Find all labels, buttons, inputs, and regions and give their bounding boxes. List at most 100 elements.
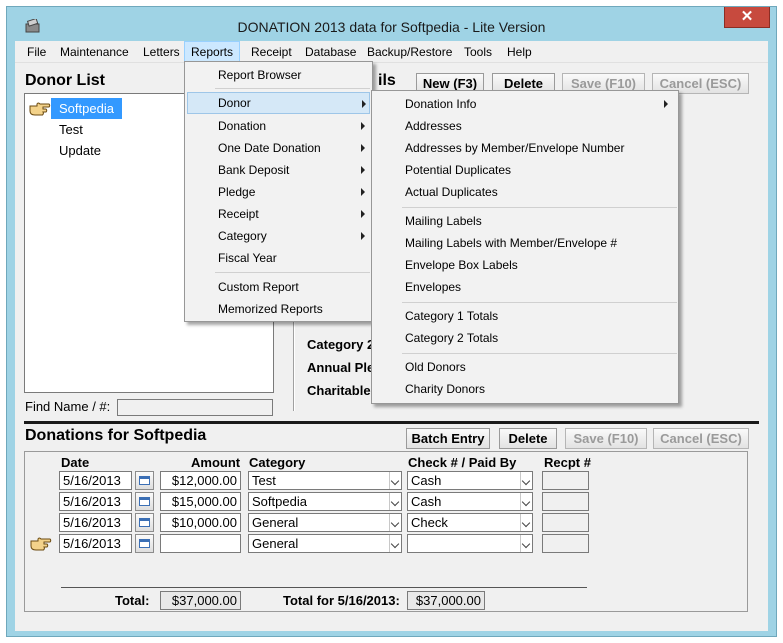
chevron-down-icon[interactable]	[520, 493, 532, 510]
category-dropdown[interactable]: Test	[248, 471, 402, 490]
total-for-date-value: $37,000.00	[407, 591, 485, 610]
donor-submenu: Donation Info Addresses Addresses by Mem…	[371, 90, 679, 404]
receipt-cell	[542, 471, 589, 490]
menu-receipt-label: Receipt	[218, 207, 259, 221]
menu-donor-label: Donor	[218, 96, 251, 110]
close-button[interactable]: ✕	[724, 7, 770, 28]
menu-database[interactable]: Database	[299, 41, 362, 63]
menu-envelope-box-labels[interactable]: Envelope Box Labels	[374, 254, 676, 276]
menu-bank-deposit-label: Bank Deposit	[218, 163, 290, 177]
menu-donation-info[interactable]: Donation Info	[374, 93, 676, 115]
chevron-down-icon[interactable]	[520, 514, 532, 531]
save-donation-button[interactable]: Save (F10)	[565, 428, 647, 449]
chevron-right-icon	[361, 166, 365, 174]
menu-donation-label: Donation	[218, 119, 267, 133]
chevron-right-icon	[664, 100, 668, 108]
cancel-donation-button[interactable]: Cancel (ESC)	[653, 428, 749, 449]
menu-backup-restore[interactable]: Backup/Restore	[361, 41, 458, 63]
menu-donor[interactable]: Donor	[187, 92, 370, 114]
menu-report-browser[interactable]: Report Browser	[187, 64, 370, 86]
delete-donation-button[interactable]: Delete	[499, 428, 557, 449]
menu-pledge[interactable]: Pledge	[187, 181, 370, 203]
col-header-check-paid-by: Check # / Paid By	[408, 455, 517, 470]
date-cell[interactable]: 5/16/2013	[59, 534, 132, 553]
menu-bank-deposit[interactable]: Bank Deposit	[187, 159, 370, 181]
chevron-down-icon[interactable]	[389, 535, 401, 552]
date-cell[interactable]: 5/16/2013	[59, 513, 132, 532]
date-picker-button[interactable]	[135, 471, 154, 490]
category-dropdown[interactable]: General	[248, 534, 402, 553]
menu-file[interactable]: File	[21, 41, 52, 63]
paid-by-dropdown[interactable]: Check	[407, 513, 533, 532]
chevron-right-icon	[361, 144, 365, 152]
date-picker-button[interactable]	[135, 492, 154, 511]
donor-name: Test	[59, 122, 83, 137]
menu-envelopes[interactable]: Envelopes	[374, 276, 676, 298]
menu-receipt-report[interactable]: Receipt	[187, 203, 370, 225]
amount-cell[interactable]: $15,000.00	[160, 492, 241, 511]
find-name-input[interactable]	[117, 399, 273, 416]
title-bar[interactable]: DONATION 2013 data for Softpedia - Lite …	[7, 7, 776, 39]
menu-charity-donors[interactable]: Charity Donors	[374, 378, 676, 400]
chevron-down-icon[interactable]	[389, 514, 401, 531]
menu-potential-duplicates[interactable]: Potential Duplicates	[374, 159, 676, 181]
receipt-cell	[542, 492, 589, 511]
menu-separator	[402, 207, 677, 208]
amount-cell[interactable]: $12,000.00	[160, 471, 241, 490]
col-header-date: Date	[61, 455, 90, 470]
menu-receipt[interactable]: Receipt	[245, 41, 298, 63]
menu-fiscal-year[interactable]: Fiscal Year	[187, 247, 370, 269]
paid-by-dropdown[interactable]	[407, 534, 533, 553]
find-name-label: Find Name / #:	[25, 399, 111, 414]
chevron-down-icon[interactable]	[389, 493, 401, 510]
batch-entry-button[interactable]: Batch Entry	[406, 428, 490, 449]
menu-memorized-reports[interactable]: Memorized Reports	[187, 298, 370, 320]
menu-separator	[402, 353, 677, 354]
menu-category[interactable]: Category	[187, 225, 370, 247]
menu-donation-info-label: Donation Info	[405, 97, 477, 111]
menu-addresses-by-member[interactable]: Addresses by Member/Envelope Number	[374, 137, 676, 159]
paid-by-dropdown[interactable]: Cash	[407, 471, 533, 490]
date-cell[interactable]: 5/16/2013	[59, 471, 132, 490]
chevron-down-icon[interactable]	[389, 472, 401, 489]
menu-addresses[interactable]: Addresses	[374, 115, 676, 137]
paid-by-value: Cash	[411, 473, 442, 488]
donor-name: Softpedia	[51, 98, 122, 119]
date-picker-button[interactable]	[135, 513, 154, 532]
amount-cell[interactable]: $10,000.00	[160, 513, 241, 532]
menu-category2-totals[interactable]: Category 2 Totals	[374, 327, 676, 349]
menu-old-donors[interactable]: Old Donors	[374, 356, 676, 378]
menu-pledge-label: Pledge	[218, 185, 256, 199]
category-dropdown[interactable]: General	[248, 513, 402, 532]
menu-custom-report[interactable]: Custom Report	[187, 276, 370, 298]
col-header-category: Category	[249, 455, 306, 470]
menu-donation[interactable]: Donation	[187, 115, 370, 137]
calendar-icon	[139, 518, 150, 527]
paid-by-dropdown[interactable]: Cash	[407, 492, 533, 511]
menu-reports[interactable]: Reports	[184, 41, 241, 63]
chevron-right-icon	[362, 100, 366, 108]
menu-letters[interactable]: Letters	[137, 41, 186, 63]
date-cell[interactable]: 5/16/2013	[59, 492, 132, 511]
donor-list-title: Donor List	[25, 72, 105, 89]
menu-category1-totals[interactable]: Category 1 Totals	[374, 305, 676, 327]
menu-separator	[215, 88, 370, 89]
chevron-down-icon[interactable]	[520, 535, 532, 552]
donor-name: Update	[59, 143, 101, 158]
menu-help[interactable]: Help	[501, 41, 538, 63]
chevron-down-icon[interactable]	[520, 472, 532, 489]
menu-maintenance[interactable]: Maintenance	[54, 41, 135, 63]
category-dropdown[interactable]: Softpedia	[248, 492, 402, 511]
menu-category-label: Category	[218, 229, 267, 243]
menu-one-date-donation[interactable]: One Date Donation	[187, 137, 370, 159]
menu-mailing-labels[interactable]: Mailing Labels	[374, 210, 676, 232]
chevron-right-icon	[361, 122, 365, 130]
charitable-label: Charitable	[307, 383, 371, 398]
menu-actual-duplicates[interactable]: Actual Duplicates	[374, 181, 676, 203]
total-label: Total:	[115, 593, 150, 608]
amount-cell[interactable]	[160, 534, 241, 553]
category-value: General	[252, 536, 299, 551]
date-picker-button[interactable]	[135, 534, 154, 553]
menu-mailing-labels-member[interactable]: Mailing Labels with Member/Envelope #	[374, 232, 676, 254]
menu-tools[interactable]: Tools	[458, 41, 498, 63]
